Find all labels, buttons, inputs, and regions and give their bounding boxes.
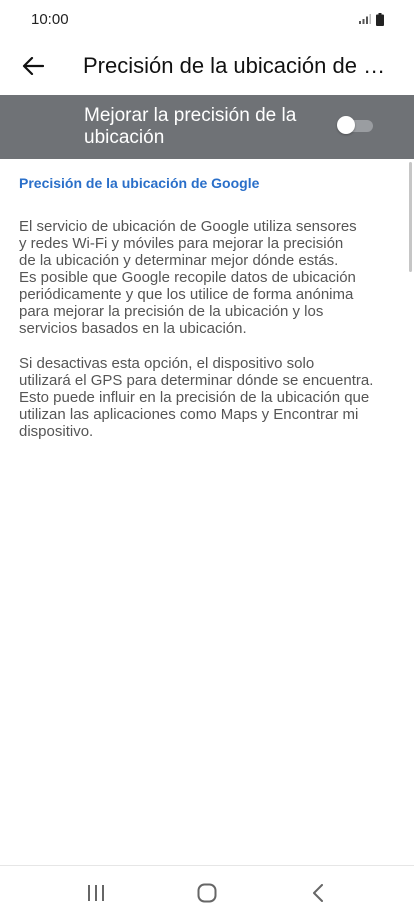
status-time: 10:00 <box>31 10 69 28</box>
improve-location-accuracy-label: Mejorar la precisión de la ubicación <box>84 105 297 148</box>
description-paragraph-1: El servicio de ubicación de Google utili… <box>19 218 357 337</box>
improve-location-accuracy-row[interactable]: Mejorar la precisión de la ubicación <box>0 95 414 159</box>
battery-icon <box>376 12 384 26</box>
home-icon <box>197 883 217 903</box>
section-title: Precisión de la ubicación de Google <box>19 175 260 191</box>
back-arrow-icon <box>22 57 44 75</box>
app-bar: Precisión de la ubicación de Google <box>0 38 414 94</box>
system-navigation-bar <box>0 865 414 920</box>
back-chevron-icon <box>313 884 324 902</box>
improve-location-accuracy-toggle[interactable] <box>337 116 373 134</box>
recent-apps-icon <box>87 885 104 901</box>
back-nav-button[interactable] <box>278 869 358 917</box>
page-title: Precisión de la ubicación de Google <box>83 53 389 78</box>
toggle-thumb <box>337 116 355 134</box>
recent-apps-button[interactable] <box>56 869 136 917</box>
back-button[interactable] <box>0 38 66 94</box>
status-icons <box>359 12 384 26</box>
scrollbar[interactable] <box>409 162 412 272</box>
home-button[interactable] <box>167 869 247 917</box>
description-paragraph-2: Si desactivas esta opción, el dispositiv… <box>19 355 374 440</box>
description-content: Precisión de la ubicación de Google El s… <box>19 174 397 440</box>
signal-icon <box>359 14 371 24</box>
status-bar: 10:00 <box>0 0 414 38</box>
